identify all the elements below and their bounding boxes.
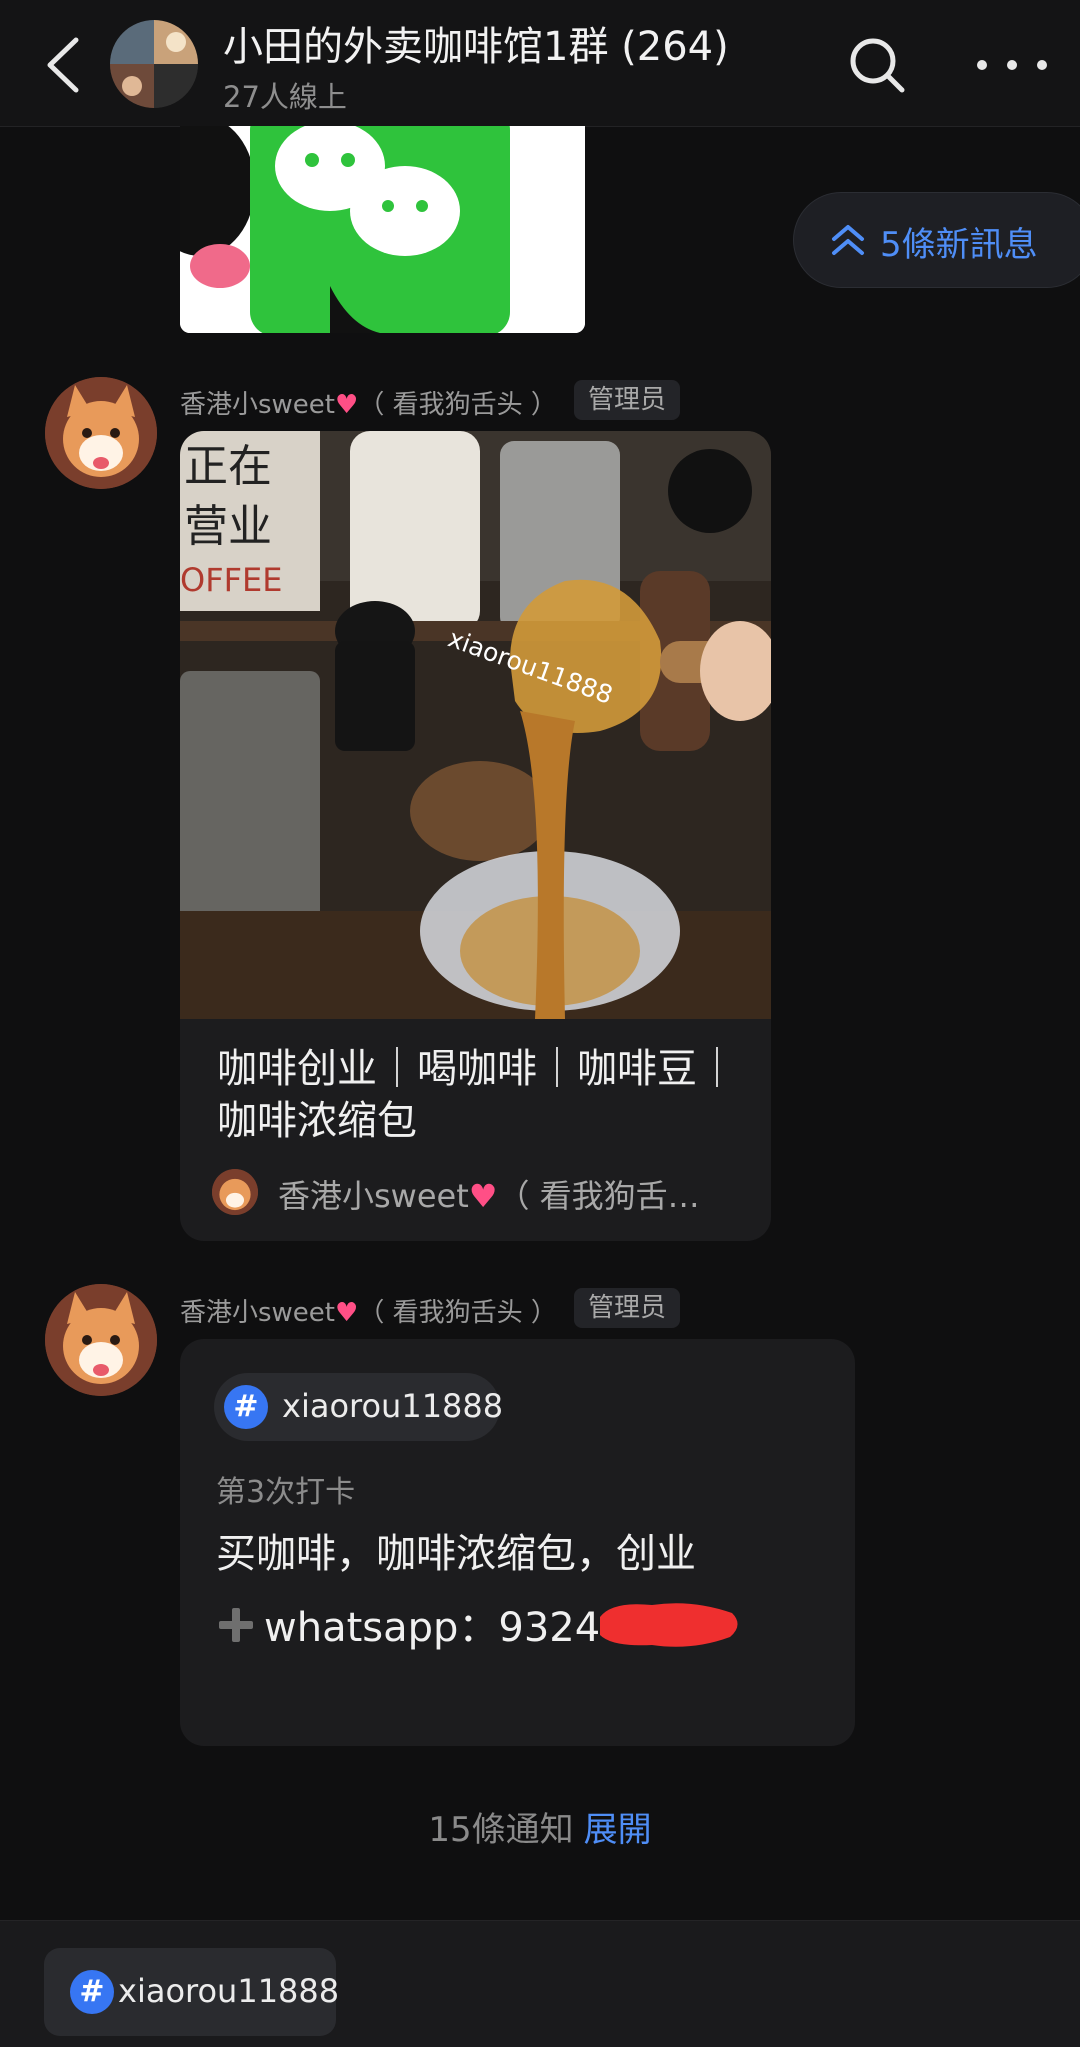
bottom-topic-tag-label: xiaorou11888 <box>118 1972 340 2010</box>
svg-text:OFFEE: OFFEE <box>180 561 282 599</box>
online-count: 27人線上 <box>223 80 347 114</box>
topic-tag[interactable]: # xiaorou11888 <box>214 1373 504 1441</box>
more-dots-icon[interactable] <box>972 36 1052 94</box>
sender-name[interactable]: 香港小sweet♥（ 看我狗舌头 ） <box>180 1292 557 1329</box>
message-line-2: whatsapp：9324 <box>216 1595 600 1653</box>
new-messages-label: 5條新訊息 <box>880 225 1038 265</box>
chat-header: 小田的外卖咖啡馆1群 (264) 27人線上 <box>0 0 1080 127</box>
post-photo: 正在 营业 OFFEE xiaorou11888 <box>180 431 771 1019</box>
search-icon[interactable] <box>848 36 906 94</box>
redaction-mark <box>600 1603 738 1647</box>
heart-icon: ♥ <box>335 390 359 420</box>
post-author: 香港小sweet♥（ 看我狗舌… <box>278 1177 700 1215</box>
heart-icon: ♥ <box>335 1298 359 1328</box>
author-avatar <box>212 1169 258 1215</box>
checkin-card[interactable]: # xiaorou11888 第3次打卡 买咖啡，咖啡浓缩包，创业 whatsa… <box>180 1339 855 1746</box>
shared-post-card[interactable]: 正在 营业 OFFEE xiaorou11888 咖啡创业｜喝咖啡｜咖啡豆｜咖啡… <box>180 431 771 1241</box>
notification-count: 15條通知 <box>428 1810 574 1850</box>
bottom-tag-bar: # xiaorou11888 <box>0 1920 1080 2047</box>
new-messages-button[interactable]: 5條新訊息 <box>793 192 1080 288</box>
chat-title[interactable]: 小田的外卖咖啡馆1群 (264) <box>223 14 729 72</box>
post-title: 咖啡创业｜喝咖啡｜咖啡豆｜咖啡浓缩包 <box>217 1046 737 1144</box>
admin-badge: 管理员 <box>574 1288 681 1328</box>
chevron-left-icon[interactable] <box>38 34 92 96</box>
expand-link[interactable]: 展開 <box>584 1810 652 1850</box>
sender-name[interactable]: 香港小sweet♥（ 看我狗舌头 ） <box>180 384 557 421</box>
svg-text:营业: 营业 <box>184 501 272 552</box>
avatar[interactable] <box>45 1284 157 1396</box>
heart-icon: ♥ <box>468 1177 498 1215</box>
bottom-topic-tag[interactable]: # xiaorou11888 <box>44 1948 340 2036</box>
sticker-image[interactable] <box>180 126 585 333</box>
double-chevron-up-icon <box>832 225 864 255</box>
notification-summary: 15條通知 展開 <box>0 1802 1080 1851</box>
hashtag-icon: # <box>224 1385 268 1429</box>
admin-badge: 管理员 <box>574 380 681 420</box>
topic-tag-label: xiaorou11888 <box>282 1387 504 1425</box>
avatar[interactable] <box>45 377 157 489</box>
checkin-count: 第3次打卡 <box>216 1475 356 1510</box>
hashtag-icon: # <box>70 1970 114 2014</box>
plus-icon <box>219 1608 253 1642</box>
svg-text:正在: 正在 <box>184 441 272 492</box>
message-line-1: 买咖啡，咖啡浓缩包，创业 <box>216 1531 696 1577</box>
group-avatar[interactable] <box>110 20 198 108</box>
